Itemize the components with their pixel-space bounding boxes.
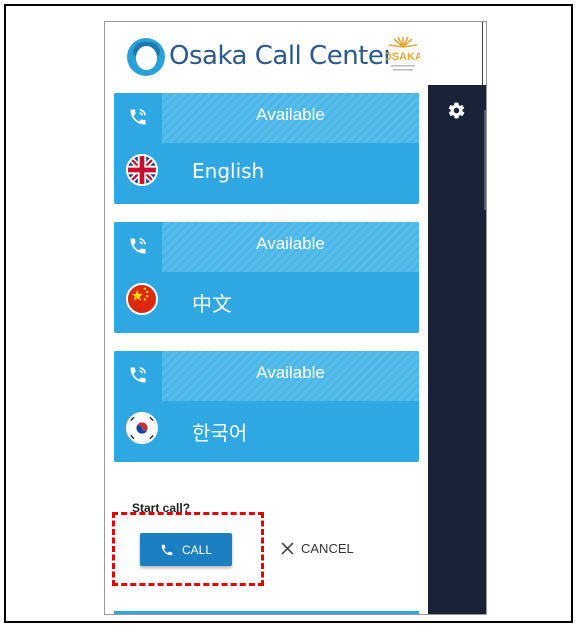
svg-text:OSAKA: OSAKA <box>386 51 420 63</box>
operator-avatar-icon <box>127 38 165 76</box>
language-label: 中文 <box>192 292 232 316</box>
language-card-english[interactable]: Available English <box>114 93 419 204</box>
close-icon <box>281 542 294 555</box>
osaka-emblem-icon: OSAKA <box>386 36 420 71</box>
language-label: 한국어 <box>192 421 248 445</box>
uk-flag-icon <box>126 154 158 186</box>
app-title: Osaka Call Center <box>169 41 394 71</box>
card-status-bar: Available <box>114 93 419 143</box>
call-button-highlight <box>112 512 264 586</box>
phone-call-icon <box>130 367 146 383</box>
availability-status: Available <box>256 363 325 382</box>
card-status-bar: Available <box>114 351 419 401</box>
availability-status: Available <box>256 105 325 124</box>
china-flag-icon <box>126 283 158 315</box>
phone-call-icon <box>130 238 146 254</box>
language-card-korean[interactable]: Available 한국어 <box>114 351 419 462</box>
scrollbar-thumb[interactable] <box>484 110 486 210</box>
language-card-chinese[interactable]: Available 中文 <box>114 222 419 333</box>
cancel-button[interactable]: CANCEL <box>281 541 354 556</box>
card-status-bar: Available <box>114 222 419 272</box>
gear-icon[interactable] <box>447 101 466 120</box>
korea-flag-icon <box>126 412 158 444</box>
phone-call-icon <box>130 109 146 125</box>
app-header: Osaka Call Center OSAKA <box>105 22 483 85</box>
settings-sidebar <box>428 85 486 614</box>
availability-status: Available <box>256 234 325 253</box>
cancel-button-label: CANCEL <box>301 541 354 556</box>
next-card-edge <box>114 611 419 614</box>
language-label: English <box>192 159 265 183</box>
